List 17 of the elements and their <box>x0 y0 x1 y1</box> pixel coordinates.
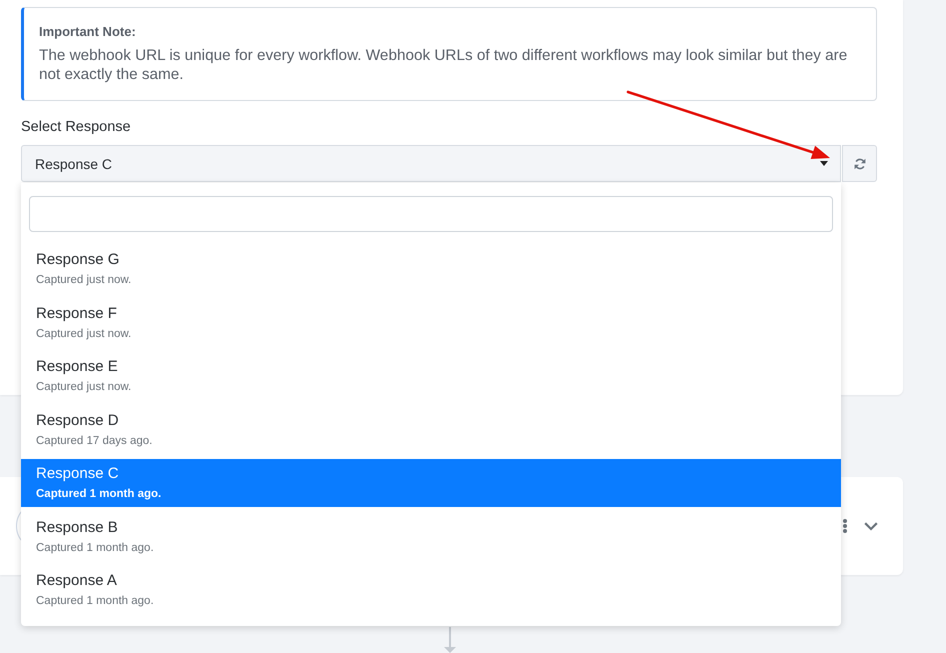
dropdown-option[interactable]: Response G Captured just now. <box>21 245 841 293</box>
chevron-down-icon <box>864 522 878 530</box>
dropdown-option[interactable]: Response B Captured 1 month ago. <box>21 512 841 560</box>
response-select[interactable]: Response C <box>21 145 841 182</box>
dropdown-option[interactable]: Response D Captured 17 days ago. <box>21 406 841 454</box>
note-title: Important Note: <box>39 23 137 41</box>
note-text: The webhook URL is unique for every workflow. Webhook URLs of two different workflows may look similar but they are not exactly the same. <box>39 46 848 84</box>
dropdown-option[interactable]: Response E Captured just now. <box>21 352 841 400</box>
dropdown-option[interactable]: Response C Captured 1 month ago. <box>21 459 841 507</box>
kebab-menu-icon <box>843 519 847 533</box>
dropdown-option[interactable]: Response A Captured 1 month ago. <box>21 566 841 614</box>
connector-arrow <box>444 627 456 653</box>
refresh-icon <box>854 158 866 170</box>
refresh-button[interactable] <box>842 145 877 182</box>
field-label: Select Response <box>21 118 132 136</box>
dropdown-option[interactable]: Response F Captured just now. <box>21 298 841 346</box>
search-field[interactable] <box>29 196 833 232</box>
